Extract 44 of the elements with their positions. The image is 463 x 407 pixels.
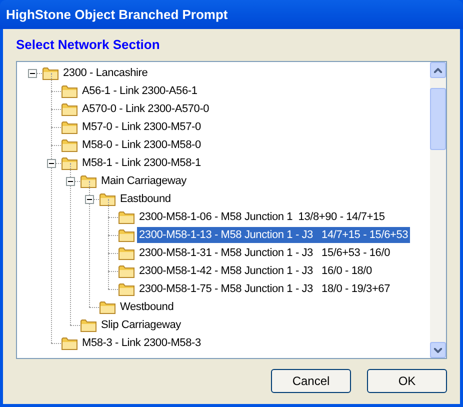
dialog-button[interactable]: OK	[367, 369, 447, 393]
collapse-toggle[interactable]	[85, 194, 94, 204]
tree-item[interactable]: Eastbound	[118, 191, 173, 207]
folder-icon	[61, 336, 78, 350]
tree-item[interactable]: 2300-M58-1-06 - M58 Junction 1 13/8+90 - 14/7+15	[137, 209, 387, 225]
folder-icon	[118, 210, 135, 224]
tree-item[interactable]: 2300-M58-1-13 - M58 Junction 1 - J3 14/7+15 - 15/6+53	[137, 227, 410, 243]
tree-item[interactable]: 2300-M58-1-75 - M58 Junction 1 - J3 18/0 - 19/3+67	[137, 281, 392, 297]
folder-icon	[42, 66, 59, 80]
collapse-toggle[interactable]	[28, 68, 37, 78]
folder-icon	[61, 84, 78, 98]
section-heading: Select Network Section	[16, 36, 161, 53]
folder-icon	[99, 300, 116, 314]
tree-item[interactable]: A570-0 - Link 2300-A570-0	[80, 101, 212, 117]
folder-icon	[118, 264, 135, 278]
tree-item[interactable]: 2300 - Lancashire	[61, 65, 150, 81]
folder-icon	[61, 156, 78, 170]
tree-item[interactable]: Westbound	[118, 299, 176, 315]
dialog-button[interactable]: Cancel	[271, 369, 351, 393]
folder-icon	[80, 318, 97, 332]
scrollbar[interactable]	[430, 62, 446, 358]
tree-item[interactable]: Slip Carriageway	[99, 317, 183, 333]
scroll-thumb[interactable]	[430, 88, 446, 150]
tree-item[interactable]: A56-1 - Link 2300-A56-1	[80, 83, 200, 99]
folder-icon	[61, 120, 78, 134]
folder-icon	[61, 138, 78, 152]
scroll-down-icon[interactable]	[430, 342, 446, 358]
folder-icon	[61, 102, 78, 116]
folder-icon	[118, 228, 135, 242]
tree-item[interactable]: Main Carriageway	[99, 173, 188, 189]
tree-item[interactable]: M58-3 - Link 2300-M58-3	[80, 335, 203, 351]
tree-item[interactable]: M58-0 - Link 2300-M58-0	[80, 137, 203, 153]
folder-icon	[118, 282, 135, 296]
window-title: HighStone Object Branched Prompt	[6, 6, 228, 24]
tree-item[interactable]: M57-0 - Link 2300-M57-0	[80, 119, 203, 135]
folder-icon	[99, 192, 116, 206]
tree-item[interactable]: 2300-M58-1-42 - M58 Junction 1 - J3 16/0 - 18/0	[137, 263, 374, 279]
tree-item[interactable]: 2300-M58-1-31 - M58 Junction 1 - J3 15/6+53 - 16/0	[137, 245, 392, 261]
tree-item[interactable]: M58-1 - Link 2300-M58-1	[80, 155, 203, 171]
folder-icon	[118, 246, 135, 260]
scroll-up-icon[interactable]	[430, 62, 446, 78]
folder-icon	[80, 174, 97, 188]
collapse-toggle[interactable]	[66, 176, 75, 186]
collapse-toggle[interactable]	[47, 158, 56, 168]
